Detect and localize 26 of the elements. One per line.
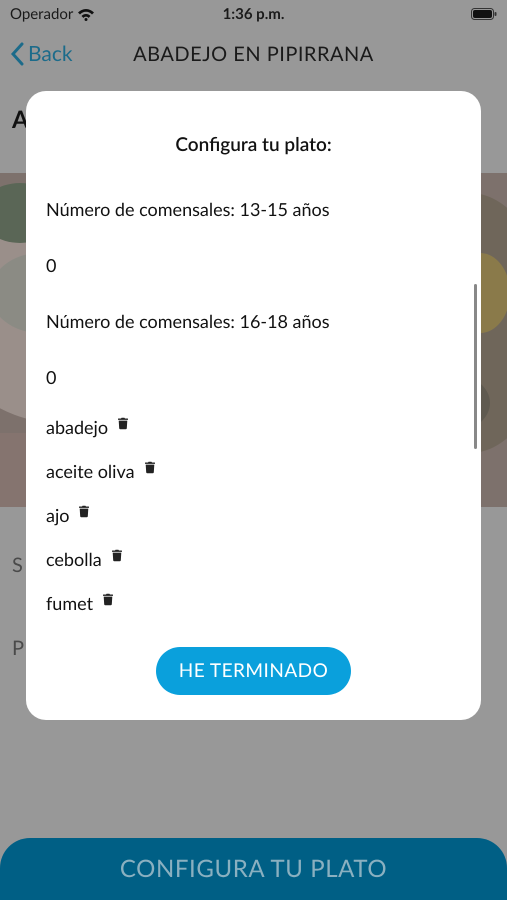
chevron-left-icon (10, 42, 24, 66)
section-label: S (12, 552, 23, 578)
dialog-title: Configura tu plato: (175, 132, 332, 158)
configure-button[interactable]: CONFIGURA TU PLATO (0, 838, 507, 900)
ingredient-name: cebolla (46, 547, 102, 572)
trash-icon[interactable] (79, 505, 90, 518)
screen-title: ABADEJO EN PIPIRRANA (133, 41, 374, 68)
ingredient-name: aceite oliva (46, 459, 135, 484)
ingredient-name: ajo (46, 503, 70, 528)
ingredient-name: fumet (46, 591, 94, 616)
trash-icon[interactable] (112, 549, 122, 562)
trash-icon[interactable] (144, 461, 155, 474)
status-time: 1:36 p.m. (222, 4, 284, 25)
option-label: Número de comensales: 13-15 años (46, 197, 330, 222)
trash-icon[interactable] (103, 593, 114, 606)
count-value: 0 (46, 365, 56, 390)
back-button[interactable]: Back (10, 38, 73, 70)
trash-icon[interactable] (118, 417, 128, 430)
count-value: 0 (46, 253, 56, 278)
section-label: P (12, 634, 24, 662)
done-button[interactable]: HE TERMINADO (156, 647, 351, 695)
carrier-label: Operador (10, 4, 74, 25)
wifi-icon (77, 8, 96, 20)
ingredient-name: abadejo (46, 415, 108, 440)
option-label: Número de comensales: 16-18 años (46, 309, 330, 334)
battery-icon (470, 8, 497, 20)
